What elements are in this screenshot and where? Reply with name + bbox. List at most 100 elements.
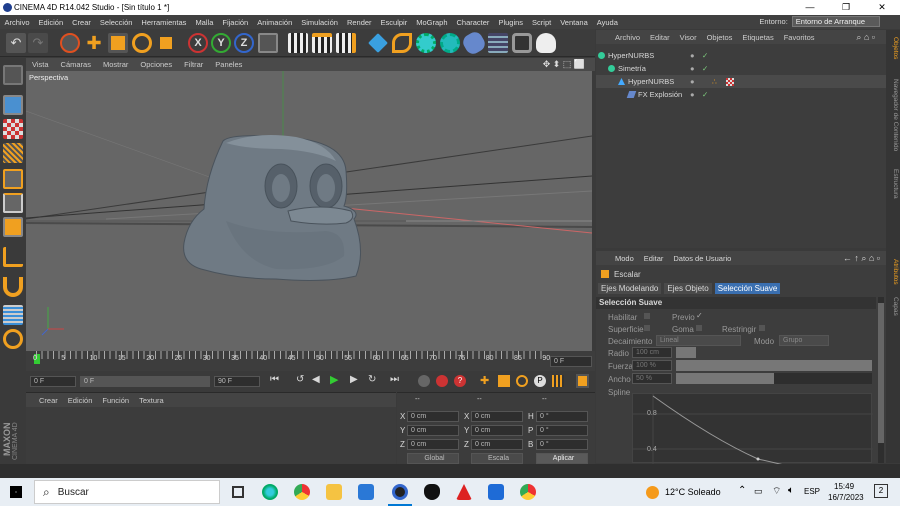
viewport-menu-filtrar[interactable]: Filtrar bbox=[178, 60, 209, 69]
camera-icon[interactable] bbox=[512, 33, 532, 53]
render-settings-icon[interactable] bbox=[336, 33, 356, 53]
tab-capas[interactable]: Capas bbox=[888, 294, 899, 318]
task-view-icon[interactable] bbox=[232, 486, 244, 498]
weather-icon[interactable] bbox=[646, 486, 659, 499]
object-menu-editar[interactable]: Editar bbox=[645, 33, 675, 42]
language-indicator[interactable]: ESP bbox=[804, 487, 820, 496]
fuerza-slider-track[interactable] bbox=[676, 360, 872, 371]
menu-simulacion[interactable]: Simulación bbox=[297, 18, 343, 27]
viewport-menu-vista[interactable]: Vista bbox=[26, 60, 55, 69]
superficie-checkbox[interactable] bbox=[644, 325, 650, 331]
light-icon[interactable] bbox=[536, 33, 556, 53]
tab-navegador[interactable]: Navegador de Contenido bbox=[888, 70, 899, 160]
game-icon[interactable] bbox=[424, 484, 440, 500]
object-row[interactable]: FX Explosión ● ✓ bbox=[626, 88, 884, 101]
habilitar-checkbox[interactable] bbox=[644, 313, 650, 319]
keyframe-help-icon[interactable]: ? bbox=[454, 375, 466, 387]
tab-estructura[interactable]: Estructura bbox=[888, 164, 899, 204]
nurbs-icon[interactable] bbox=[416, 33, 436, 53]
menu-script[interactable]: Script bbox=[528, 18, 556, 27]
spline-pen-icon[interactable] bbox=[392, 33, 412, 53]
polygons-mode-icon[interactable] bbox=[3, 217, 23, 237]
visibility-dots[interactable]: ● bbox=[690, 90, 695, 99]
render-view-icon[interactable] bbox=[288, 33, 308, 53]
tab-seleccion-suave[interactable]: Selección Suave bbox=[714, 283, 781, 294]
radio-slider[interactable] bbox=[676, 347, 696, 358]
tab-atributos[interactable]: Atributos bbox=[888, 254, 899, 290]
magnet-icon[interactable] bbox=[3, 277, 23, 297]
timeline-window-icon[interactable] bbox=[576, 374, 589, 388]
enabled-check-icon[interactable]: ✓ bbox=[702, 51, 708, 60]
rotation-h-field[interactable]: 0 ° bbox=[536, 411, 588, 422]
coord-scale-dropdown[interactable]: Escala bbox=[471, 453, 523, 464]
object-menu-visor[interactable]: Visor bbox=[675, 33, 702, 42]
menu-malla[interactable]: Malla bbox=[191, 18, 218, 27]
snap-grid-icon[interactable] bbox=[3, 305, 23, 325]
move-icon[interactable]: ✚ bbox=[84, 33, 104, 53]
cinema4d-taskbar-icon[interactable] bbox=[392, 484, 408, 500]
goma-checkbox[interactable] bbox=[696, 325, 702, 331]
menu-fijacion[interactable]: Fijación bbox=[218, 18, 253, 27]
scale-y-field[interactable]: 0 cm bbox=[471, 425, 523, 436]
next-frame-icon[interactable]: ▶ bbox=[350, 374, 358, 385]
axis-mode-icon[interactable] bbox=[3, 247, 23, 267]
object-menu-favoritos[interactable]: Favoritos bbox=[779, 33, 820, 42]
viewport-menu-camaras[interactable]: Cámaras bbox=[55, 60, 97, 69]
material-menu-edicion[interactable]: Edición bbox=[63, 396, 98, 405]
y-axis-icon[interactable]: Y bbox=[211, 33, 231, 53]
undo-icon[interactable]: ↶ bbox=[6, 33, 26, 53]
attr-nav-icons[interactable]: ← ↑ ⌕ ⌂ ▫ bbox=[843, 253, 880, 264]
array-icon[interactable] bbox=[440, 33, 460, 53]
visibility-dots[interactable]: ● bbox=[690, 77, 695, 86]
next-key-icon[interactable]: ↻ bbox=[368, 374, 376, 385]
scene-floor-icon[interactable] bbox=[488, 33, 508, 53]
menu-ventana[interactable]: Ventana bbox=[556, 18, 593, 27]
decaimiento-dropdown[interactable]: Lineal bbox=[656, 335, 741, 346]
menu-herramientas[interactable]: Herramientas bbox=[137, 18, 191, 27]
attr-scrollbar-thumb[interactable] bbox=[878, 303, 884, 443]
recent-tool-icon[interactable] bbox=[156, 33, 176, 53]
edge-icon[interactable] bbox=[262, 484, 278, 500]
chrome-icon[interactable] bbox=[294, 484, 310, 500]
visibility-dots[interactable]: ● bbox=[690, 64, 695, 73]
planar-snap-icon[interactable] bbox=[3, 329, 23, 349]
menu-seleccion[interactable]: Selección bbox=[95, 18, 137, 27]
tab-objetos[interactable]: Objetos bbox=[888, 34, 899, 62]
clock-date[interactable]: 16/7/2023 bbox=[828, 493, 864, 502]
make-editable-icon[interactable] bbox=[3, 65, 23, 85]
spline-graph[interactable]: 0.8 0.4 bbox=[632, 393, 874, 485]
attr-menu-modo[interactable]: Modo bbox=[610, 254, 639, 263]
attr-menu-editar[interactable]: Editar bbox=[639, 254, 669, 263]
close-button[interactable]: ✕ bbox=[864, 0, 900, 15]
minimize-button[interactable]: — bbox=[792, 0, 828, 15]
play-icon[interactable]: ▶ bbox=[330, 373, 338, 386]
prev-frame-icon[interactable]: ◀ bbox=[312, 374, 320, 385]
timeline-ruler[interactable]: 0 5 10 15 20 25 30 35 40 45 50 55 60 65 … bbox=[26, 351, 595, 371]
viewport-menu-paneles[interactable]: Paneles bbox=[209, 60, 248, 69]
object-menu-etiquetas[interactable]: Etiquetas bbox=[737, 33, 778, 42]
texture-mode-icon[interactable] bbox=[3, 119, 23, 139]
menu-esculpir[interactable]: Esculpir bbox=[376, 18, 412, 27]
tab-ejes-modelando[interactable]: Ejes Modelando bbox=[598, 283, 662, 294]
file-explorer-icon[interactable] bbox=[326, 484, 342, 500]
taskbar-search-box[interactable]: ⌕ Buscar bbox=[34, 480, 220, 504]
z-axis-icon[interactable]: Z bbox=[234, 33, 254, 53]
current-frame-field[interactable]: 0 F bbox=[550, 356, 592, 367]
windows-start-icon[interactable] bbox=[10, 486, 22, 498]
menu-plugins[interactable]: Plugins bbox=[494, 18, 528, 27]
material-menu-textura[interactable]: Textura bbox=[134, 396, 169, 405]
enabled-check-icon[interactable]: ✓ bbox=[702, 64, 708, 73]
viewport-menu-mostrar[interactable]: Mostrar bbox=[97, 60, 134, 69]
cube-icon[interactable] bbox=[368, 33, 388, 53]
volume-icon[interactable]: 🔈︎ bbox=[788, 485, 794, 496]
object-row[interactable]: HyperNURBS ● ✓ bbox=[598, 49, 884, 62]
position-x-field[interactable]: 0 cm bbox=[407, 411, 459, 422]
menu-animacion[interactable]: Animación bbox=[253, 18, 297, 27]
deformer-icon[interactable] bbox=[460, 29, 488, 57]
fuerza-field[interactable]: 100 % bbox=[632, 360, 672, 371]
clock-time[interactable]: 15:49 bbox=[834, 482, 854, 491]
store-icon[interactable] bbox=[358, 484, 374, 500]
coordinate-system-icon[interactable] bbox=[258, 33, 278, 53]
weather-text[interactable]: 12°C Soleado bbox=[665, 487, 721, 497]
warning-app-icon[interactable] bbox=[456, 484, 472, 500]
